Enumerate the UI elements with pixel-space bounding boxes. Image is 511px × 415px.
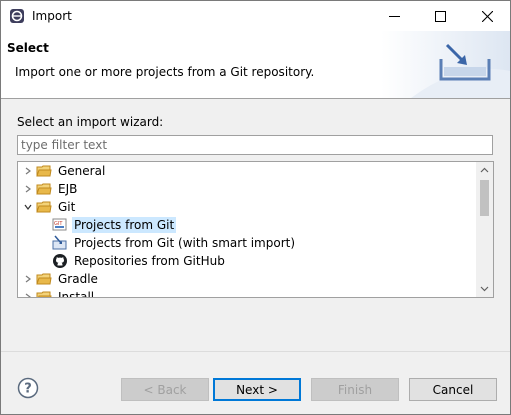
maximize-icon	[434, 10, 446, 22]
expand-icon[interactable]	[20, 270, 36, 288]
tree-item-label: Repositories from GitHub	[74, 254, 225, 268]
tree-item-projects-from-git[interactable]: GIT Projects from Git	[18, 216, 478, 234]
filter-input[interactable]	[17, 135, 493, 155]
folder-icon	[36, 165, 52, 177]
close-button[interactable]	[464, 1, 510, 31]
tree-item-projects-from-git-smart[interactable]: Projects from Git (with smart import)	[18, 234, 478, 252]
wizard-header: Select Import one or more projects from …	[1, 31, 510, 99]
tree-scrollbar[interactable]	[476, 162, 493, 297]
cancel-button[interactable]: Cancel	[409, 378, 497, 401]
eclipse-app-icon	[10, 9, 24, 23]
scroll-up-icon[interactable]	[480, 166, 489, 175]
tree-item-git[interactable]: Git	[18, 198, 478, 216]
git-projects-icon: GIT	[52, 218, 67, 231]
tree-item-label: EJB	[58, 182, 78, 196]
next-button[interactable]: Next >	[213, 378, 301, 401]
folder-icon	[36, 183, 52, 195]
title-bar[interactable]: Import	[1, 1, 510, 31]
import-banner-icon	[381, 31, 510, 98]
folder-icon	[36, 273, 52, 285]
maximize-button[interactable]	[417, 1, 463, 31]
finish-button[interactable]: Finish	[311, 378, 399, 401]
back-button[interactable]: < Back	[121, 378, 209, 401]
tree-item-ejb[interactable]: EJB	[18, 180, 478, 198]
expand-icon[interactable]	[20, 180, 36, 198]
import-dialog: Import Select Import one or more project…	[0, 0, 511, 415]
tree-item-label: Install	[58, 290, 95, 298]
minimize-button[interactable]	[371, 1, 417, 31]
svg-text:?: ?	[24, 382, 32, 397]
help-icon[interactable]: ?	[17, 377, 39, 399]
collapse-icon[interactable]	[20, 198, 36, 216]
github-icon	[53, 254, 67, 268]
minimize-icon	[388, 15, 400, 17]
footer-separator	[1, 351, 510, 352]
window-title: Import	[32, 9, 72, 23]
scroll-thumb[interactable]	[480, 180, 489, 216]
page-title: Select	[7, 41, 49, 55]
scroll-down-icon[interactable]	[480, 284, 489, 293]
page-description: Import one or more projects from a Git r…	[15, 65, 315, 79]
tree-item-install[interactable]: Install	[18, 288, 478, 298]
git-smart-import-icon	[52, 235, 67, 250]
wizard-tree[interactable]: General EJB Git GIT Projects from Git Pr…	[17, 161, 494, 298]
folder-open-icon	[36, 201, 52, 213]
tree-item-label: General	[58, 164, 106, 178]
expand-icon[interactable]	[20, 288, 36, 297]
tree-item-label: Gradle	[58, 272, 98, 286]
close-icon	[481, 10, 493, 22]
tree-item-gradle[interactable]: Gradle	[18, 270, 478, 288]
tree-item-label: Projects from Git	[72, 217, 177, 233]
tree-item-label: Projects from Git (with smart import)	[74, 236, 296, 250]
expand-icon[interactable]	[20, 162, 36, 180]
tree-item-repositories-from-github[interactable]: Repositories from GitHub	[18, 252, 478, 270]
tree-item-general[interactable]: General	[18, 162, 478, 180]
folder-icon	[36, 291, 52, 297]
select-wizard-label: Select an import wizard:	[17, 115, 164, 129]
tree-item-label: Git	[58, 200, 76, 214]
